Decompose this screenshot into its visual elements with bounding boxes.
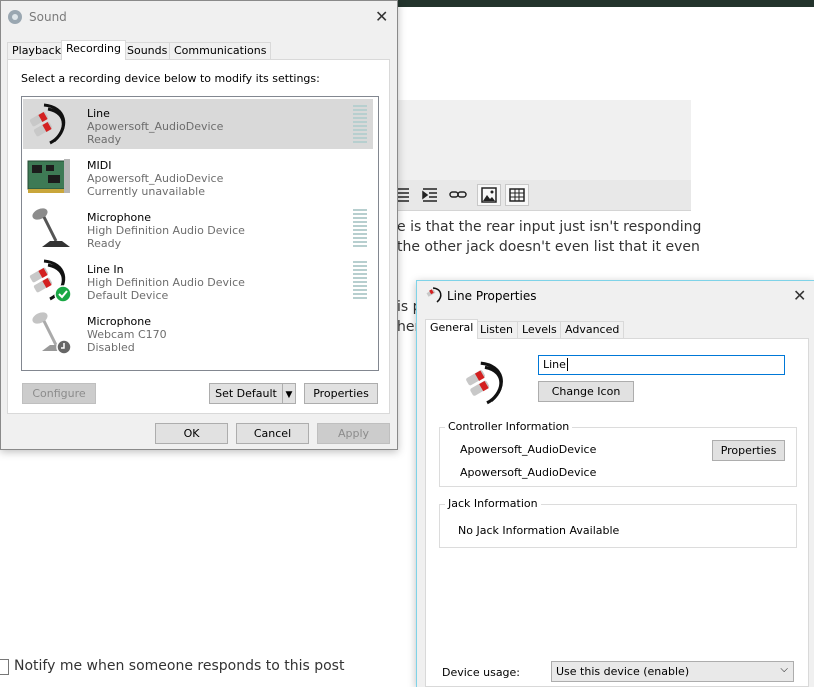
device-name: Line In: [87, 263, 124, 276]
device-name: Line: [87, 107, 110, 120]
device-usage-label: Device usage:: [442, 666, 521, 679]
device-driver: Apowersoft_AudioDevice: [87, 172, 224, 185]
device-item-line[interactable]: Line Apowersoft_AudioDevice Ready: [23, 99, 373, 149]
notify-checkbox[interactable]: [0, 659, 9, 675]
device-name-input[interactable]: Line: [538, 355, 785, 375]
configure-button[interactable]: Configure: [22, 383, 96, 404]
table-icon[interactable]: [505, 184, 529, 206]
device-item-webcam-microphone[interactable]: Microphone Webcam C170 Disabled: [23, 307, 373, 357]
device-status: Default Device: [87, 289, 169, 302]
tab-listen[interactable]: Listen: [475, 321, 518, 338]
device-name: MIDI: [87, 159, 112, 172]
set-default-button[interactable]: Set Default: [209, 383, 283, 404]
controller-information-group: Controller Information Apowersoft_AudioD…: [439, 420, 797, 487]
group-label: Controller Information: [445, 420, 573, 433]
jack-information-group: Jack Information No Jack Information Ava…: [439, 497, 797, 548]
tab-levels[interactable]: Levels: [517, 321, 562, 338]
tab-playback[interactable]: Playback: [7, 42, 67, 59]
properties-button[interactable]: Properties: [304, 383, 378, 404]
controller-name: Apowersoft_AudioDevice: [460, 443, 597, 456]
controller-properties-button[interactable]: Properties: [712, 440, 785, 461]
device-usage-select[interactable]: Use this device (enable) ⌵: [551, 661, 794, 682]
device-name-value: Line: [543, 358, 566, 371]
device-item-line-in[interactable]: Line In High Definition Audio Device Def…: [23, 255, 373, 305]
device-status: Ready: [87, 237, 122, 250]
rca-cable-icon: [426, 286, 444, 304]
device-driver: High Definition Audio Device: [87, 224, 245, 237]
jack-info-text: No Jack Information Available: [458, 524, 620, 537]
device-item-midi[interactable]: MIDI Apowersoft_AudioDevice Currently un…: [23, 151, 373, 201]
chevron-down-icon: ⌵: [780, 664, 788, 675]
device-list[interactable]: Line Apowersoft_AudioDevice Ready MIDI A…: [21, 96, 379, 371]
rca-cable-default-icon: [26, 257, 72, 303]
device-driver: Apowersoft_AudioDevice: [87, 120, 224, 133]
device-status: Currently unavailable: [87, 185, 205, 198]
rca-cable-icon: [462, 359, 510, 407]
ok-button[interactable]: OK: [155, 423, 228, 444]
editor-text-line[interactable]: e is that the rear input just isn't resp…: [397, 219, 701, 235]
tab-strip: General Listen Levels Advanced Line Chan…: [425, 319, 814, 687]
line-properties-dialog: Line Properties ✕ General Listen Levels …: [416, 280, 814, 687]
dialog-title: Sound: [29, 10, 67, 24]
level-meter: [353, 209, 367, 249]
device-status: Ready: [87, 133, 122, 146]
device-name: Microphone: [87, 211, 152, 224]
editor-toolbar: [389, 180, 691, 211]
change-icon-button[interactable]: Change Icon: [538, 381, 634, 402]
page-top-bar: [396, 0, 814, 7]
microphone-icon: [26, 205, 72, 251]
level-meter: [353, 261, 367, 301]
tab-advanced[interactable]: Advanced: [560, 321, 625, 338]
group-label: Jack Information: [445, 497, 541, 510]
circuit-board-icon: [26, 153, 72, 199]
device-status: Disabled: [87, 341, 135, 354]
device-driver: Webcam C170: [87, 328, 167, 341]
device-item-microphone[interactable]: Microphone High Definition Audio Device …: [23, 203, 373, 253]
apply-button[interactable]: Apply: [317, 423, 390, 444]
speaker-icon: [7, 9, 23, 25]
sound-dialog: Sound ✕ Playback Recording Sounds Commun…: [0, 0, 398, 450]
instruction-text: Select a recording device below to modif…: [21, 72, 320, 85]
editor-text-line[interactable]: the other jack doesn't even list that it…: [397, 239, 700, 255]
device-name: Microphone: [87, 315, 152, 328]
level-meter: [353, 105, 367, 145]
rca-cable-icon: [26, 101, 72, 147]
editor-header-area: [396, 100, 691, 180]
image-icon[interactable]: [477, 184, 501, 206]
close-icon[interactable]: ✕: [793, 286, 806, 305]
close-icon[interactable]: ✕: [375, 7, 388, 26]
recording-panel: Select a recording device below to modif…: [7, 59, 390, 414]
link-icon[interactable]: [447, 184, 471, 206]
controller-driver: Apowersoft_AudioDevice: [460, 466, 597, 479]
tab-general[interactable]: General: [425, 319, 479, 339]
set-default-dropdown[interactable]: ▼: [282, 383, 296, 404]
tab-sounds[interactable]: Sounds: [122, 42, 173, 59]
device-usage-value: Use this device (enable): [556, 665, 690, 678]
cancel-button[interactable]: Cancel: [236, 423, 309, 444]
device-driver: High Definition Audio Device: [87, 276, 245, 289]
dialog-title: Line Properties: [447, 289, 537, 303]
tab-recording[interactable]: Recording: [61, 40, 127, 60]
microphone-disabled-icon: [26, 309, 72, 355]
tab-strip: Playback Recording Sounds Communications…: [7, 40, 391, 414]
general-panel: Line Change Icon Controller Information …: [425, 338, 809, 687]
notify-label[interactable]: Notify me when someone responds to this …: [14, 658, 344, 674]
dropdown-arrow-icon: ▼: [285, 390, 293, 400]
indent-icon[interactable]: [419, 184, 443, 206]
tab-communications[interactable]: Communications: [169, 42, 272, 59]
